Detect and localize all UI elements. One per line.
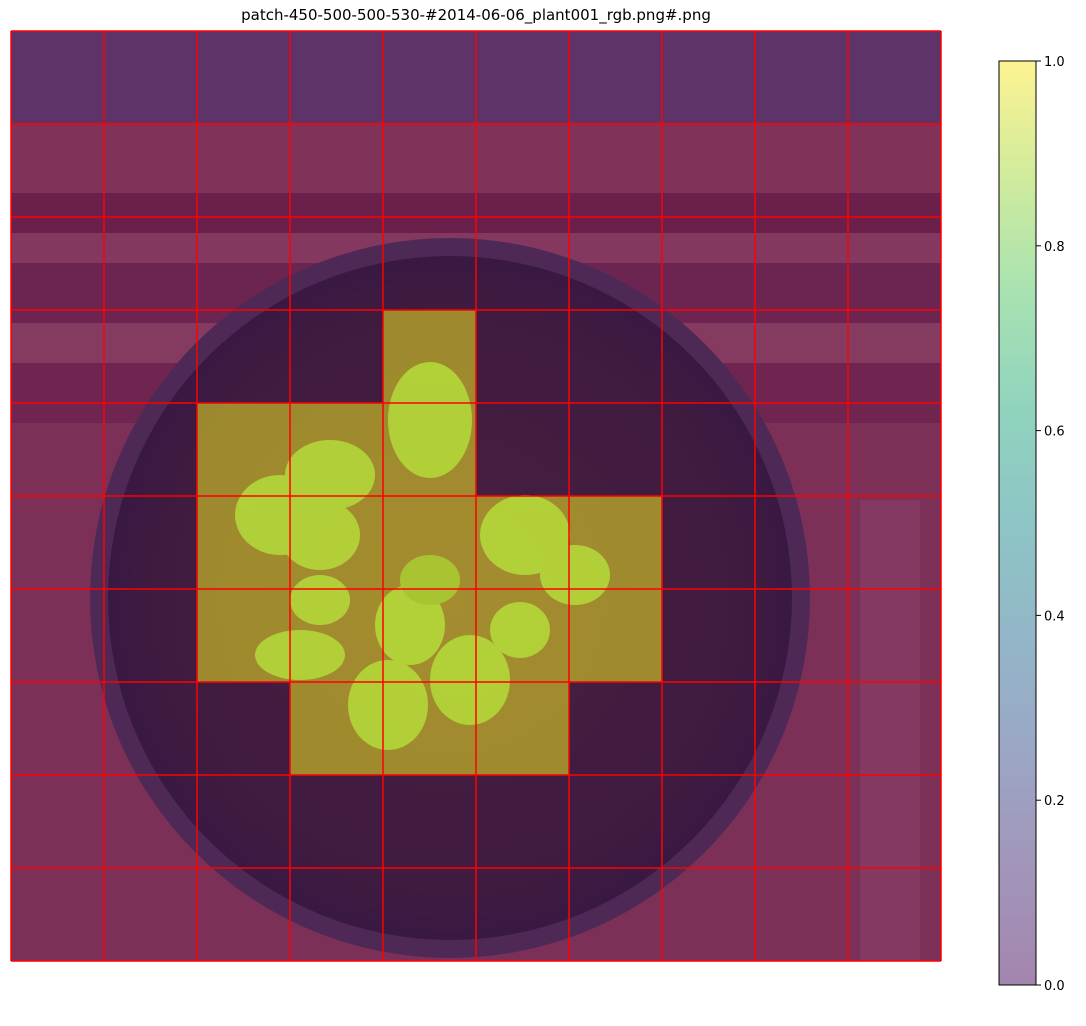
mask-cell	[197, 682, 290, 775]
mask-cell	[290, 124, 383, 217]
mask-cell	[197, 124, 290, 217]
mask-cell	[383, 775, 476, 868]
mask-cell	[104, 124, 197, 217]
mask-cell	[662, 217, 755, 310]
mask-cell	[755, 682, 848, 775]
mask-cell	[476, 31, 569, 124]
mask-cell	[755, 403, 848, 496]
mask-cell	[197, 31, 290, 124]
mask-cell	[755, 868, 848, 961]
mask-cell	[848, 682, 941, 775]
mask-cell	[755, 775, 848, 868]
mask-cell	[104, 217, 197, 310]
mask-cell	[290, 775, 383, 868]
mask-cell	[848, 310, 941, 403]
mask-cell	[11, 217, 104, 310]
mask-cell	[104, 589, 197, 682]
colorbar-tick-label: 0.0	[1044, 979, 1065, 994]
mask-cell	[197, 775, 290, 868]
mask-cell	[755, 310, 848, 403]
mask-cell	[755, 496, 848, 589]
mask-cell	[476, 217, 569, 310]
mask-cell	[476, 310, 569, 403]
mask-cell	[104, 31, 197, 124]
mask-cell	[290, 217, 383, 310]
mask-cell	[848, 31, 941, 124]
mask-cell	[104, 682, 197, 775]
mask-cell	[662, 403, 755, 496]
mask-cell	[569, 217, 662, 310]
mask-cell	[662, 775, 755, 868]
mask-cell	[662, 868, 755, 961]
mask-cell	[197, 310, 290, 403]
mask-cell	[755, 217, 848, 310]
mask-cell	[569, 124, 662, 217]
mask-cell	[104, 310, 197, 403]
mask-cell	[848, 775, 941, 868]
colorbar-tick-label: 0.6	[1044, 425, 1065, 440]
mask-cell	[662, 496, 755, 589]
mask-cell	[848, 868, 941, 961]
mask-cell	[11, 31, 104, 124]
mask-cell	[11, 775, 104, 868]
mask-cell	[11, 496, 104, 589]
mask-cell	[848, 496, 941, 589]
mask-cell	[11, 124, 104, 217]
mask-cell	[476, 403, 569, 496]
mask-cell	[662, 310, 755, 403]
chart-figure: 0.0 0.2 0.4 0.6 0.8 1.0	[10, 30, 1065, 994]
mask-cell	[11, 868, 104, 961]
mask-cell	[383, 124, 476, 217]
mask-cell	[290, 868, 383, 961]
mask-cell	[104, 868, 197, 961]
mask-cell	[476, 868, 569, 961]
mask-cell	[755, 31, 848, 124]
mask-cell	[755, 124, 848, 217]
mask-cell	[383, 868, 476, 961]
mask-cell	[383, 217, 476, 310]
mask-cell	[476, 775, 569, 868]
mask-cell	[848, 124, 941, 217]
mask-cell	[662, 589, 755, 682]
mask-cell	[569, 682, 662, 775]
mask-cell	[569, 31, 662, 124]
mask-cell	[290, 310, 383, 403]
mask-cell	[848, 403, 941, 496]
colorbar: 0.0 0.2 0.4 0.6 0.8 1.0	[998, 55, 1065, 994]
mask-cell	[383, 31, 476, 124]
mask-cell	[848, 589, 941, 682]
mask-cell	[197, 217, 290, 310]
mask-cell	[569, 868, 662, 961]
mask-cell	[662, 31, 755, 124]
mask-cell	[476, 124, 569, 217]
colorbar-tick-label: 0.2	[1044, 794, 1065, 809]
mask-cell	[569, 775, 662, 868]
colorbar-tick-label: 1.0	[1044, 55, 1065, 70]
mask-cell	[11, 310, 104, 403]
mask-cell	[290, 31, 383, 124]
mask-cell	[104, 496, 197, 589]
mask-cell	[11, 403, 104, 496]
mask-cell	[104, 775, 197, 868]
mask-cell	[569, 310, 662, 403]
colorbar-bar	[998, 60, 1037, 986]
mask-cell	[662, 682, 755, 775]
mask-cell	[662, 124, 755, 217]
mask-cell	[11, 589, 104, 682]
mask-cell	[755, 589, 848, 682]
mask-cell	[11, 682, 104, 775]
mask-cell	[848, 217, 941, 310]
mask-cell	[569, 403, 662, 496]
mask-cell	[197, 868, 290, 961]
colorbar-tick-label: 0.8	[1044, 240, 1065, 255]
colorbar-tick-label: 0.4	[1044, 609, 1065, 624]
mask-cell	[104, 403, 197, 496]
colorbar-ticks: 0.0 0.2 0.4 0.6 0.8 1.0	[1036, 55, 1065, 994]
